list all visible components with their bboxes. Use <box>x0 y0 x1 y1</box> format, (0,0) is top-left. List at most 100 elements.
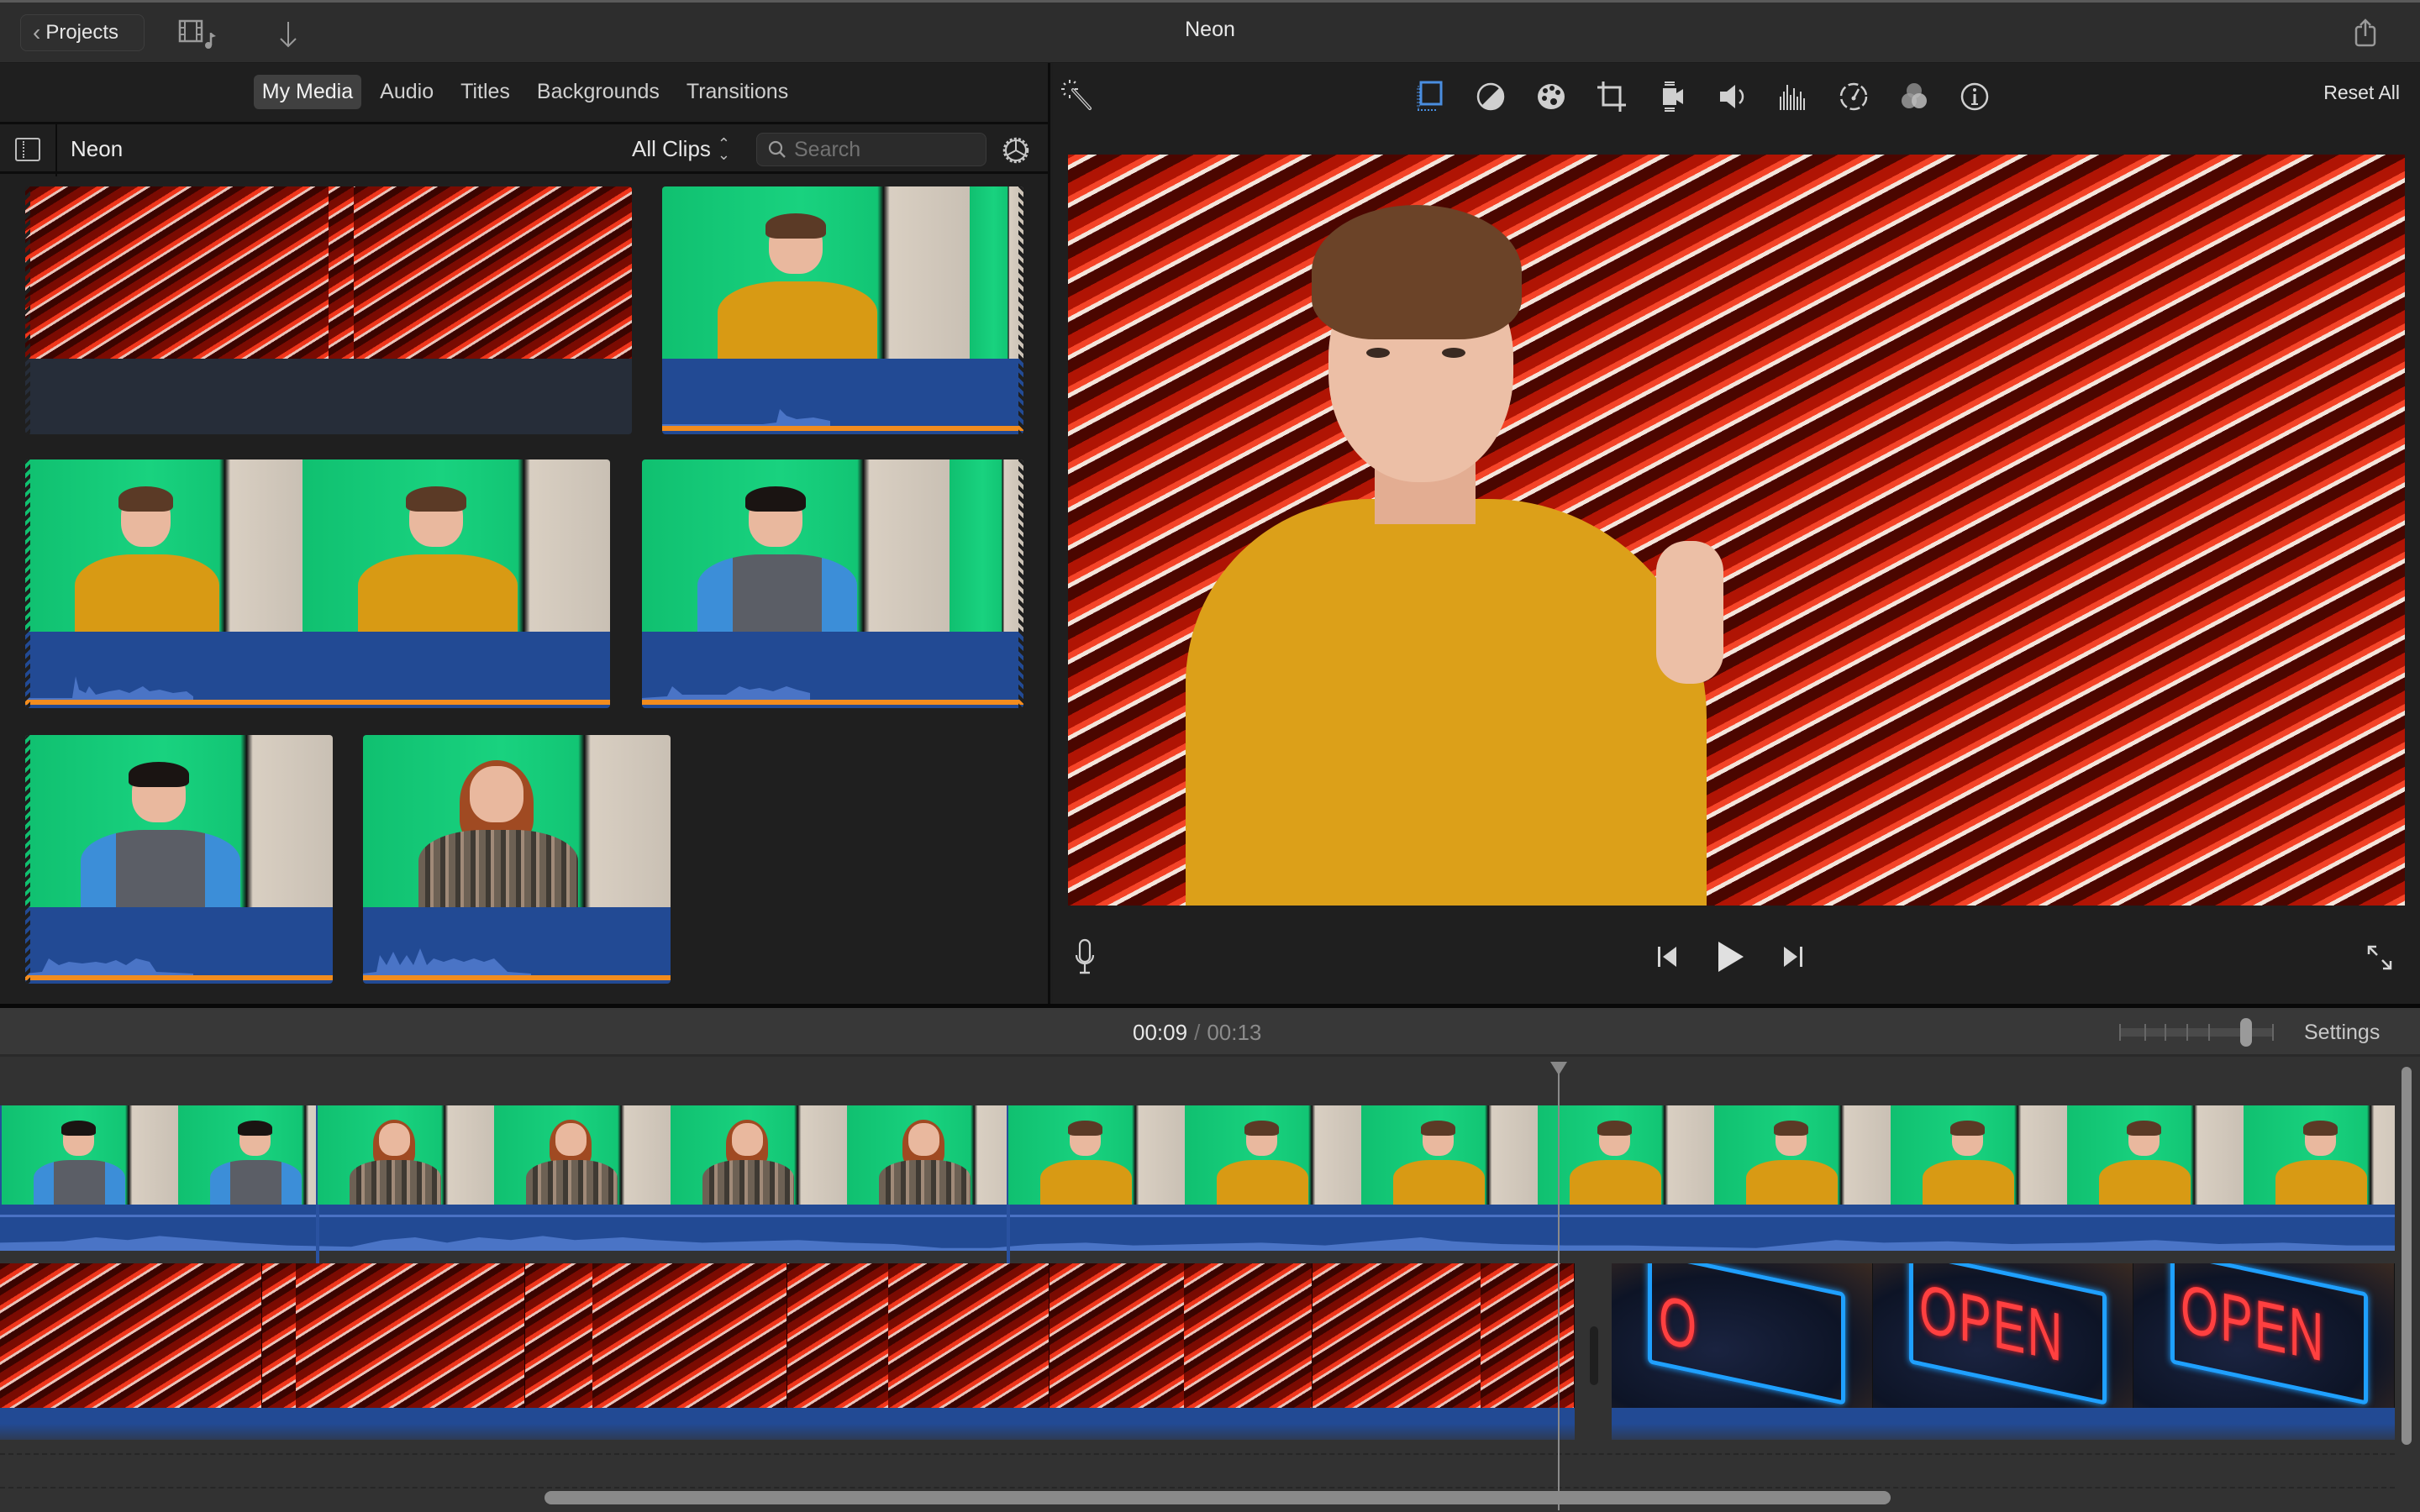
clip-gap-handle[interactable] <box>1590 1326 1598 1385</box>
clip-frame <box>786 1263 1050 1408</box>
equalizer-icon[interactable] <box>1777 80 1809 113</box>
playhead[interactable] <box>1550 1062 1567 1510</box>
clip-frame: OPEN <box>1872 1263 2134 1408</box>
library-clip-henley-2[interactable] <box>25 735 333 984</box>
timeline-header: 00:09/00:13 Settings <box>0 1008 2420 1057</box>
audio-waveform <box>25 958 193 975</box>
video-preview[interactable] <box>1068 155 2405 906</box>
tab-titles[interactable]: Titles <box>452 75 518 109</box>
timeline-clip-neon-background[interactable] <box>0 1263 1575 1440</box>
color-balance-icon[interactable] <box>1475 80 1507 113</box>
timeline-clip-plaid[interactable] <box>316 1105 1007 1205</box>
clip-edge <box>25 459 30 708</box>
clip-frame <box>178 1105 316 1205</box>
person-figure <box>1922 1121 2014 1205</box>
clip-used-indicator <box>642 700 1023 705</box>
person-figure <box>717 213 878 359</box>
clips-filter-select[interactable]: All Clips ⌃ ⌄ <box>632 136 730 162</box>
clip-filter-icon[interactable] <box>1898 80 1930 113</box>
media-browser-panel: My Media Audio Titles Backgrounds Transi… <box>0 63 1050 1004</box>
sidebar-toggle-icon[interactable] <box>15 138 40 161</box>
timeline-clip-open-sign[interactable]: O OPEN OPEN <box>1612 1263 2396 1440</box>
color-correction-palette-icon[interactable] <box>1535 80 1567 113</box>
window-title: Neon <box>1185 18 1235 41</box>
clip-connection-marker <box>1007 1205 1010 1263</box>
adjustments-toolbar <box>1414 78 1991 115</box>
person-figure <box>1392 1121 1485 1205</box>
audio-waveform <box>662 409 830 426</box>
clip-used-indicator <box>25 700 610 705</box>
timecode-display: 00:09/00:13 <box>1133 1020 1261 1046</box>
person-figure <box>878 1120 971 1205</box>
viewer-panel: Reset All <box>1053 63 2420 1004</box>
tab-transitions[interactable]: Transitions <box>678 75 797 109</box>
person-figure <box>80 761 241 907</box>
library-clip-henley-1[interactable] <box>642 459 1023 708</box>
horizontal-scrollbar[interactable] <box>544 1491 1891 1504</box>
microphone-icon[interactable] <box>1073 938 1097 975</box>
volume-line[interactable] <box>0 1215 2395 1217</box>
clip-audio <box>642 632 1023 708</box>
share-icon[interactable] <box>2353 18 2381 48</box>
clip-audio <box>25 632 610 708</box>
clip-frame: O <box>1612 1263 1873 1408</box>
library-clip-yellow-talking[interactable] <box>25 459 610 708</box>
timeline-panel: 00:09/00:13 Settings O OPEN OPEN <box>0 1004 2420 1512</box>
library-header: Neon All Clips ⌃ ⌄ <box>0 122 1050 176</box>
clip-frame <box>847 1105 1007 1205</box>
library-clip-neon-background[interactable] <box>25 186 632 434</box>
browser-tabs: My Media Audio Titles Backgrounds Transi… <box>0 63 1050 120</box>
clip-frame <box>25 735 333 907</box>
magic-wand-icon[interactable] <box>1061 78 1095 112</box>
speed-icon[interactable] <box>1838 80 1870 113</box>
tab-audio[interactable]: Audio <box>371 75 442 109</box>
clip-frame <box>25 459 302 632</box>
stabilization-icon[interactable] <box>1656 80 1688 113</box>
clip-frame <box>302 459 610 632</box>
video-overlay-icon[interactable] <box>1414 80 1446 113</box>
timeline-clip-yellow[interactable] <box>1007 1105 2395 1205</box>
person-figure <box>418 760 579 907</box>
primary-audio-track <box>0 1205 2395 1251</box>
gear-icon[interactable] <box>1000 134 1032 166</box>
library-clip-yellow-thumbsup[interactable] <box>662 186 1023 434</box>
clip-used-indicator <box>662 426 1023 431</box>
volume-icon[interactable] <box>1717 80 1749 113</box>
tab-my-media[interactable]: My Media <box>253 74 362 109</box>
info-icon[interactable] <box>1959 80 1991 113</box>
skip-back-icon[interactable] <box>1656 945 1680 969</box>
clip-frame <box>1312 1263 1575 1408</box>
playhead-marker-icon[interactable] <box>1550 1062 1567 1075</box>
track-separator <box>0 1487 2395 1488</box>
clip-frame <box>2 1105 178 1205</box>
vertical-scrollbar[interactable] <box>2402 1067 2412 1445</box>
reset-all-button[interactable]: Reset All <box>2323 81 2400 104</box>
zoom-slider-knob[interactable] <box>2240 1018 2252 1047</box>
clip-frame <box>642 459 950 632</box>
person-figure <box>1745 1121 1838 1205</box>
clip-frame <box>950 459 1023 632</box>
timeline-settings-button[interactable]: Settings <box>2304 1021 2380 1045</box>
title-bar: ‹ Projects Neon <box>0 0 2420 63</box>
library-clip-plaid[interactable] <box>363 735 671 984</box>
play-icon[interactable] <box>1713 940 1747 974</box>
clip-used-indicator <box>363 975 671 980</box>
tab-backgrounds[interactable]: Backgrounds <box>529 75 668 109</box>
clip-frame <box>1185 1105 1361 1205</box>
clip-frame <box>1050 1263 1313 1408</box>
search-input[interactable] <box>794 137 979 162</box>
skip-forward-icon[interactable] <box>1781 945 1804 969</box>
timeline-zoom-slider[interactable] <box>2119 1018 2274 1047</box>
timeline-clip-blue[interactable] <box>0 1105 316 1205</box>
person-figure <box>697 486 858 632</box>
clip-frame <box>2244 1105 2395 1205</box>
thumbs-up-hand <box>1656 541 1723 684</box>
playback-controls <box>1053 918 2420 1002</box>
fullscreen-icon[interactable] <box>2365 943 2394 972</box>
search-field[interactable] <box>756 133 986 166</box>
crop-icon[interactable] <box>1596 80 1628 113</box>
clip-frame <box>363 735 671 907</box>
primary-video-track <box>0 1105 2395 1205</box>
search-icon <box>768 140 786 158</box>
chevron-updown-icon: ⌃ ⌄ <box>717 134 731 163</box>
